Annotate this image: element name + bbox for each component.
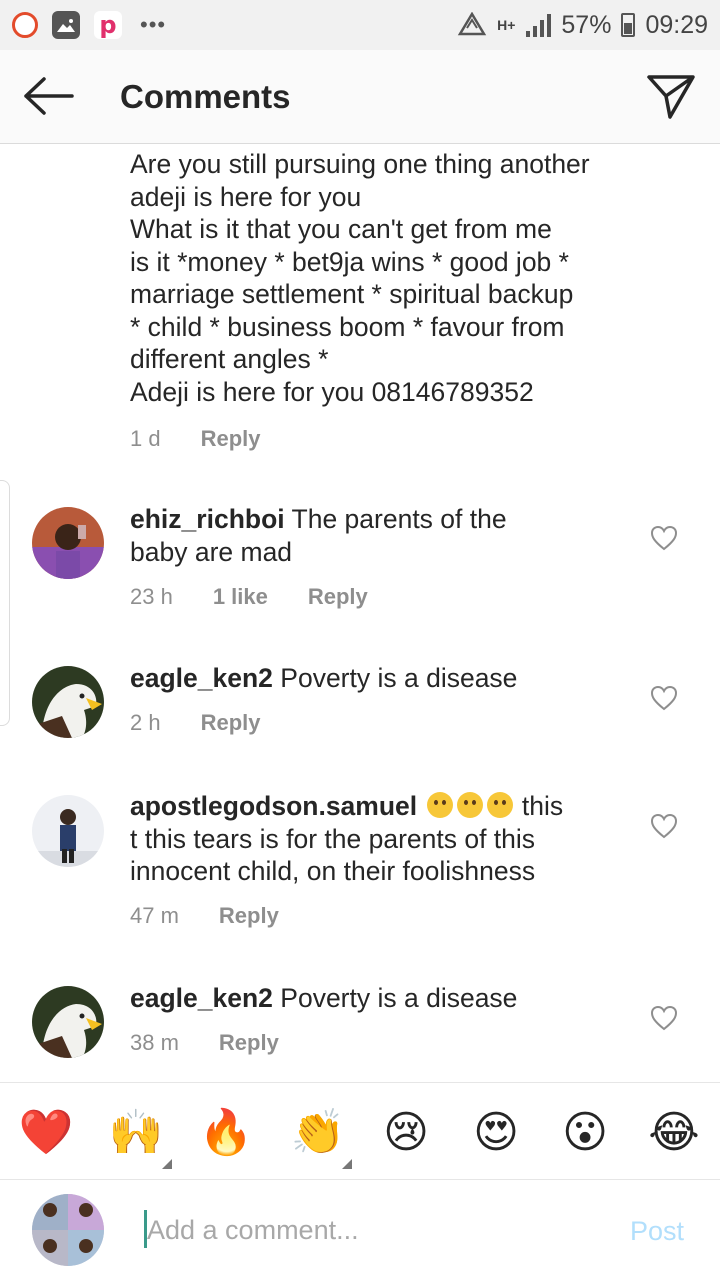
network-type: H+ [497,17,516,33]
page-title: Comments [120,78,291,115]
reply-button[interactable]: Reply [201,426,261,452]
comment-meta: 1 d Reply [130,426,261,452]
reply-button[interactable]: Reply [308,584,368,610]
heart-icon[interactable] [650,1005,678,1031]
comment-username[interactable]: eagle_ken2 [130,983,273,1013]
comment-time: 47 m [130,903,179,928]
laughing-emoji-button[interactable]: 😂 [646,1105,702,1161]
signal-icon [526,14,552,37]
battery-percent: 57% [561,10,612,39]
comments-list[interactable]: Are you still pursuing one thing another… [0,144,720,1082]
comment-time: 23 h [130,584,173,609]
comment-username[interactable]: apostlegodson.samuel [130,791,417,821]
comment-username[interactable]: ehiz_richboi [130,504,285,534]
comment-text: ehiz_richboi The parents of the baby are… [130,504,507,567]
heart-icon[interactable] [650,813,678,839]
fire-emoji-button[interactable]: 🔥 [198,1105,254,1161]
crying-face-icon [426,792,453,818]
heart-icon[interactable] [650,525,678,551]
crying-face-icon [456,792,483,818]
battery-icon [621,13,636,37]
surprised-emoji-button[interactable]: 😮 [557,1105,613,1161]
reply-button[interactable]: Reply [219,1030,279,1056]
comment-username[interactable]: eagle_ken2 [130,663,273,693]
more-notifications-icon: ••• [140,12,167,37]
avatar[interactable] [32,666,104,738]
comment-meta: 38 m Reply [130,1030,279,1056]
comment-meta: 47 m Reply [130,903,279,929]
post-button[interactable]: Post [630,1216,684,1247]
comment-text: eagle_ken2 Poverty is a disease [130,663,518,693]
comment-time: 1 d [130,426,161,451]
comment-text: apostlegodson.samuel this t this tears i… [130,791,564,886]
reply-button[interactable]: Reply [201,710,261,736]
data-saver-icon [457,12,487,36]
comment-input[interactable] [147,1208,607,1252]
scroll-indicator [0,480,10,726]
emoji-bar: ❤️ 🙌 🔥 👏 😢 😍 😮 😂 [0,1082,720,1180]
avatar[interactable] [32,795,104,867]
comment-time: 38 m [130,1030,179,1055]
crying-emoji-button[interactable]: 😢 [378,1105,434,1161]
crying-face-icon [486,792,513,818]
clock: 09:29 [645,10,708,39]
picsart-icon: p [94,11,122,39]
status-bar: p ••• H+ 57% 09:29 [0,0,720,50]
app-header: Comments [0,50,720,144]
avatar[interactable] [32,507,104,579]
heart-emoji-button[interactable]: ❤️ [18,1105,74,1161]
comment-time: 2 h [130,710,161,735]
opera-icon [12,12,38,38]
clapping-emoji-button[interactable]: 👏 [290,1105,346,1161]
avatar[interactable] [32,986,104,1058]
comment-text: eagle_ken2 Poverty is a disease [130,983,518,1013]
raising-hands-emoji-button[interactable]: 🙌 [108,1105,164,1161]
avatar [32,1194,104,1266]
comment-meta: 2 h Reply [130,710,261,736]
reply-button[interactable]: Reply [219,903,279,929]
comment-composer: Post [0,1180,720,1280]
skin-tone-indicator-icon [342,1159,352,1169]
comment-text: Are you still pursuing one thing another… [130,149,590,407]
paper-plane-icon[interactable] [646,72,696,120]
gallery-icon [52,11,80,39]
heart-eyes-emoji-button[interactable]: 😍 [468,1105,524,1161]
arrow-left-icon[interactable] [22,76,74,116]
skin-tone-indicator-icon [162,1159,172,1169]
comment-meta: 23 h 1 like Reply [130,584,368,610]
heart-icon[interactable] [650,685,678,711]
likes-count[interactable]: 1 like [213,584,268,610]
